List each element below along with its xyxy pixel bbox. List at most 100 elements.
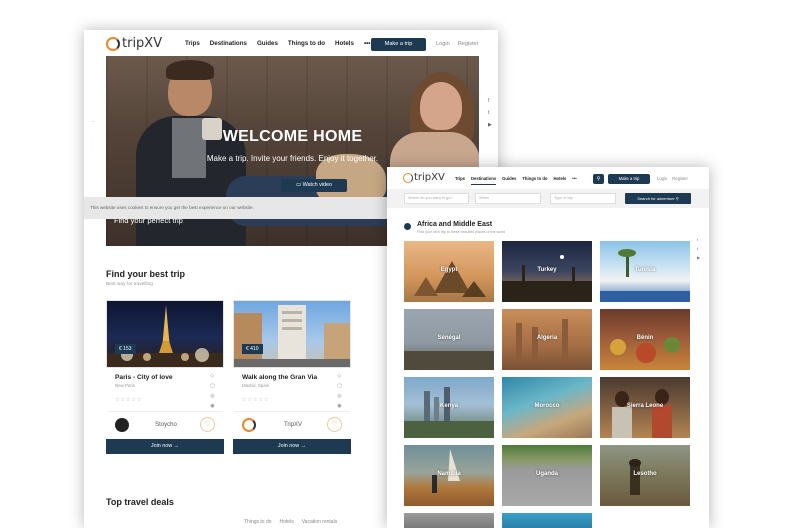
eye-icon: ◉ [337,403,342,409]
watch-video-label: Watch video [302,182,333,188]
tab-vacation-rentals[interactable]: Vacation rentals [302,519,337,525]
nav-destinations[interactable]: Destinations [471,176,497,185]
favorite-heart-icon[interactable]: ♡ [327,417,342,432]
trip-card-paris[interactable]: € 153 Paris - City of love New Paris ☆☆☆… [106,300,224,454]
nav-hotels[interactable]: Hotels [335,40,354,47]
make-trip-button[interactable]: Make a trip [608,174,650,184]
madrid-image: € 410 [234,301,350,367]
side-indicator: — · · [91,118,95,148]
destination-label: Algeria [536,335,558,341]
destination-tile-namibia[interactable]: Namibia [404,445,494,506]
group-icon: ◎ [210,393,215,399]
join-now-button[interactable]: Join now → [233,439,351,454]
youtube-icon[interactable]: ▶ [488,122,492,128]
search-button-label: Search for adventure [637,196,675,201]
trip-card-gran-via[interactable]: € 410 Walk along the Gran Via Madrid, Sp… [233,300,351,454]
favorite-heart-icon[interactable]: ♡ [200,417,215,432]
region-subtitle: Find your next trip to these beautiful p… [417,230,506,234]
nav-guides[interactable]: Guides [257,40,278,47]
paris-image: € 153 [107,301,223,367]
destination-label: Bénin [636,335,654,341]
destination-tile-tunisia[interactable]: Tunisia [600,241,690,302]
calendar-icon: ▢ [337,383,342,389]
twitter-icon[interactable]: t [697,246,700,251]
front-browser-window: tripXV Trips Destinations Guides Things … [387,167,709,528]
rating-stars: ☆☆☆☆☆ [115,397,143,403]
login-link[interactable]: Login [436,41,450,47]
nav-more[interactable]: ••• [364,40,371,47]
rating-stars: ☆☆☆☆☆ [242,397,270,403]
deals-title: Top travel deals [106,497,174,507]
destination-label: Egypt [440,267,458,273]
brand-logo[interactable]: tripXV [106,36,162,51]
destination-label: Lesotho [633,471,657,477]
register-link[interactable]: Register [672,176,688,181]
nav-things-to-do[interactable]: Things to do [288,40,325,47]
hero-title: WELCOME HOME [222,128,363,145]
trip-type-select[interactable]: Type of trip [550,193,616,204]
destination-tile-partial[interactable] [502,513,592,528]
date-input[interactable]: When [475,193,541,204]
price-badge: € 153 [115,344,136,354]
destination-input[interactable]: Where do you want to go? [404,193,469,204]
destination-label: Morocco [534,403,560,409]
shield-icon: ◇ [337,373,342,379]
nav-trips[interactable]: Trips [185,40,200,47]
destination-tile-algeria[interactable]: Algeria [502,309,592,370]
cookie-text: This website uses cookies to ensure you … [90,205,254,210]
nav-things-to-do[interactable]: Things to do [522,176,547,185]
nav-guides[interactable]: Guides [502,176,516,185]
destination-tile-partial[interactable] [404,513,494,528]
brand-name: tripXV [414,172,445,183]
nav-more[interactable]: ••• [572,176,576,185]
search-icon[interactable]: ⚲ [593,174,604,184]
shield-icon: ◇ [210,373,215,379]
social-links: f t ▶ [488,98,492,128]
join-now-button[interactable]: Join now → [106,439,224,454]
nav-trips[interactable]: Trips [455,176,465,185]
destination-label: Uganda [535,471,558,477]
destination-tile-uganda[interactable]: Uganda [502,445,592,506]
logo-icon [403,172,413,183]
trip-name[interactable]: Paris - City of love [115,374,173,381]
destination-label: Tunisia [634,267,656,273]
destination-tile-benin[interactable]: Bénin [600,309,690,370]
video-icon: ▭ [295,182,303,188]
trip-location: Madrid, Spain [242,383,270,388]
login-link[interactable]: Login [657,176,667,181]
destination-label: Kenya [439,403,458,409]
destination-tile-senegal[interactable]: Sénégal [404,309,494,370]
destination-tile-egypt[interactable]: Egypt [404,241,494,302]
destination-tile-lesotho[interactable]: Lesotho [600,445,690,506]
register-link[interactable]: Register [458,41,479,47]
tab-hotels[interactable]: Hotels [280,519,294,525]
tab-things-to-do[interactable]: Things to do [244,519,272,525]
facebook-icon[interactable]: f [697,237,700,242]
trip-location: New Paris [115,383,136,388]
destination-tile-sierra-leone[interactable]: Sierra Leone [600,377,690,438]
destination-label: Turkey [537,267,557,273]
search-filter-bar: Where do you want to go? When Type of tr… [387,189,709,208]
search-adventure-button[interactable]: Search for adventure ⚲ [625,193,691,204]
twitter-icon[interactable]: t [488,110,492,116]
nav-destinations[interactable]: Destinations [210,40,247,47]
group-icon: ◎ [337,393,342,399]
destination-tile-morocco[interactable]: Morocco [502,377,592,438]
eye-icon: ◉ [210,403,215,409]
nav-hotels[interactable]: Hotels [553,176,566,185]
brand-logo[interactable]: tripXV [403,172,445,183]
make-trip-button[interactable]: Make a trip [371,38,426,51]
find-trip-title: Find your best trip [106,269,186,279]
destination-label: Sierra Leone [626,403,664,409]
hero-subtitle: Make a trip. Invite your friends. Enjoy … [206,154,379,163]
calendar-icon: ▢ [210,383,215,389]
trip-name[interactable]: Walk along the Gran Via [242,374,317,381]
destination-tile-turkey[interactable]: Turkey [502,241,592,302]
region-title: Africa and Middle East [417,221,493,228]
watch-video-button[interactable]: ▭ Watch video [281,179,347,192]
destination-tile-kenya[interactable]: Kenya [404,377,494,438]
youtube-icon[interactable]: ▶ [697,255,700,260]
price-badge: € 410 [242,344,263,354]
facebook-icon[interactable]: f [488,98,492,104]
destination-label: Sénégal [437,335,461,341]
